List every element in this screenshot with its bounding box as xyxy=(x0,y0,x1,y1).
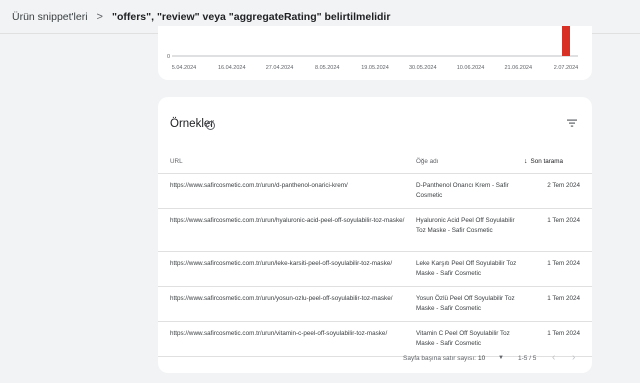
filter-icon[interactable] xyxy=(566,117,578,129)
item-name-text: Yosun Özlü Peel Off Soyulabilir Toz Mask… xyxy=(416,294,515,313)
table-row[interactable]: https://www.safircosmetic.com.tr/urun/hy… xyxy=(158,208,592,252)
cell-last-crawl: 1 Tem 2024 xyxy=(524,208,592,252)
last-crawl-text: 1 Tem 2024 xyxy=(547,294,580,302)
column-header-last-crawl[interactable]: ↓ Son tarama xyxy=(524,150,592,174)
cell-url[interactable]: https://www.safircosmetic.com.tr/urun/d-… xyxy=(158,173,416,209)
x-tick-label: 8.05.2024 xyxy=(315,65,339,71)
column-header-last-crawl-label: Son tarama xyxy=(530,157,564,165)
url-text: https://www.safircosmetic.com.tr/urun/d-… xyxy=(170,181,348,189)
last-crawl-text: 2 Tem 2024 xyxy=(547,181,580,189)
chevron-left-icon[interactable]: ‹ xyxy=(552,352,555,363)
table-row[interactable]: https://www.safircosmetic.com.tr/urun/le… xyxy=(158,251,592,287)
cell-item-name: Hyaluronic Acid Peel Off Soyulabilir Toz… xyxy=(416,208,524,252)
x-tick-label: 2.07.2024 xyxy=(554,65,578,71)
url-text: https://www.safircosmetic.com.tr/urun/hy… xyxy=(170,216,405,224)
cell-url[interactable]: https://www.safircosmetic.com.tr/urun/le… xyxy=(158,251,416,287)
chart: 05.04.2024 16.04.2024 27.04.2024 8.05.2024 1… xyxy=(167,26,578,71)
page-title: "offers", "review" veya "aggregateRating… xyxy=(111,10,391,23)
url-text: https://www.safircosmetic.com.tr/urun/yo… xyxy=(170,294,393,302)
cell-item-name: Leke Karşıtı Peel Off Soyulabilir Toz Ma… xyxy=(416,251,524,287)
item-name-text: D-Panthenol Onarıcı Krem - Safir Cosmeti… xyxy=(416,181,509,200)
last-crawl-text: 1 Tem 2024 xyxy=(547,329,580,337)
x-tick-label: 5.04.2024 xyxy=(172,65,196,71)
chart-card: 0 5.04.2024 16.04.2024 27.04.2024 8.05.2024 1… xyxy=(158,26,592,80)
chevron-right-icon[interactable]: › xyxy=(572,352,575,363)
x-tick-label: 27.04.2024 xyxy=(266,65,294,71)
cell-last-crawl: 2 Tem 2024 xyxy=(524,173,592,209)
rows-per-page-select[interactable]: 10 xyxy=(478,355,485,362)
x-tick-label: 16.04.2024 xyxy=(218,65,246,71)
cell-url[interactable]: https://www.safircosmetic.com.tr/urun/yo… xyxy=(158,286,416,322)
x-tick-label: 30.05.2024 xyxy=(409,65,437,71)
column-header-url[interactable]: URL xyxy=(158,150,416,174)
breadcrumb-parent[interactable]: Ürün snippet'leri xyxy=(12,11,88,23)
url-text: https://www.safircosmetic.com.tr/urun/le… xyxy=(170,259,393,267)
examples-header: Örnekler ? xyxy=(158,97,592,147)
examples-card: Örnekler ? URL Öğe adı ↓ Son tarama https… xyxy=(158,97,592,373)
cell-last-crawl: 1 Tem 2024 xyxy=(524,251,592,287)
y-tick-label: 0 xyxy=(167,54,170,60)
cell-item-name: D-Panthenol Onarıcı Krem - Safir Cosmeti… xyxy=(416,173,524,209)
url-text: https://www.safircosmetic.com.tr/urun/vi… xyxy=(170,329,388,337)
breadcrumb-separator-icon: > xyxy=(96,10,103,23)
table-header-row: URL Öğe adı ↓ Son tarama xyxy=(158,150,592,174)
pagination: Sayfa başına satır sayısı: 10 ▼ 1-5 / 5 … xyxy=(158,350,592,368)
table-row[interactable]: https://www.safircosmetic.com.tr/urun/yo… xyxy=(158,286,592,322)
last-crawl-text: 1 Tem 2024 xyxy=(547,259,580,267)
cell-item-name: Yosun Özlü Peel Off Soyulabilir Toz Mask… xyxy=(416,286,524,322)
x-tick-label: 10.06.2024 xyxy=(457,65,485,71)
x-tick-label: 21.06.2024 xyxy=(504,65,532,71)
dropdown-caret-icon[interactable]: ▼ xyxy=(498,355,504,361)
x-tick-label: 19.05.2024 xyxy=(361,65,389,71)
table-row[interactable]: https://www.safircosmetic.com.tr/urun/d-… xyxy=(158,173,592,209)
chart-bar[interactable] xyxy=(562,26,570,56)
item-name-text: Leke Karşıtı Peel Off Soyulabilir Toz Ma… xyxy=(416,259,517,278)
pagination-range: 1-5 / 5 xyxy=(518,355,537,362)
column-header-item-name[interactable]: Öğe adı xyxy=(416,150,524,174)
help-circle-icon[interactable]: ? xyxy=(206,121,215,130)
arrow-down-icon: ↓ xyxy=(524,157,528,165)
cell-url[interactable]: https://www.safircosmetic.com.tr/urun/hy… xyxy=(158,208,416,252)
item-name-text: Hyaluronic Acid Peel Off Soyulabilir Toz… xyxy=(416,216,515,235)
examples-table: URL Öğe adı ↓ Son tarama https://www.safi… xyxy=(158,150,592,357)
cell-last-crawl: 1 Tem 2024 xyxy=(524,286,592,322)
last-crawl-text: 1 Tem 2024 xyxy=(547,216,580,224)
rows-per-page-label: Sayfa başına satır sayısı: xyxy=(403,355,476,362)
